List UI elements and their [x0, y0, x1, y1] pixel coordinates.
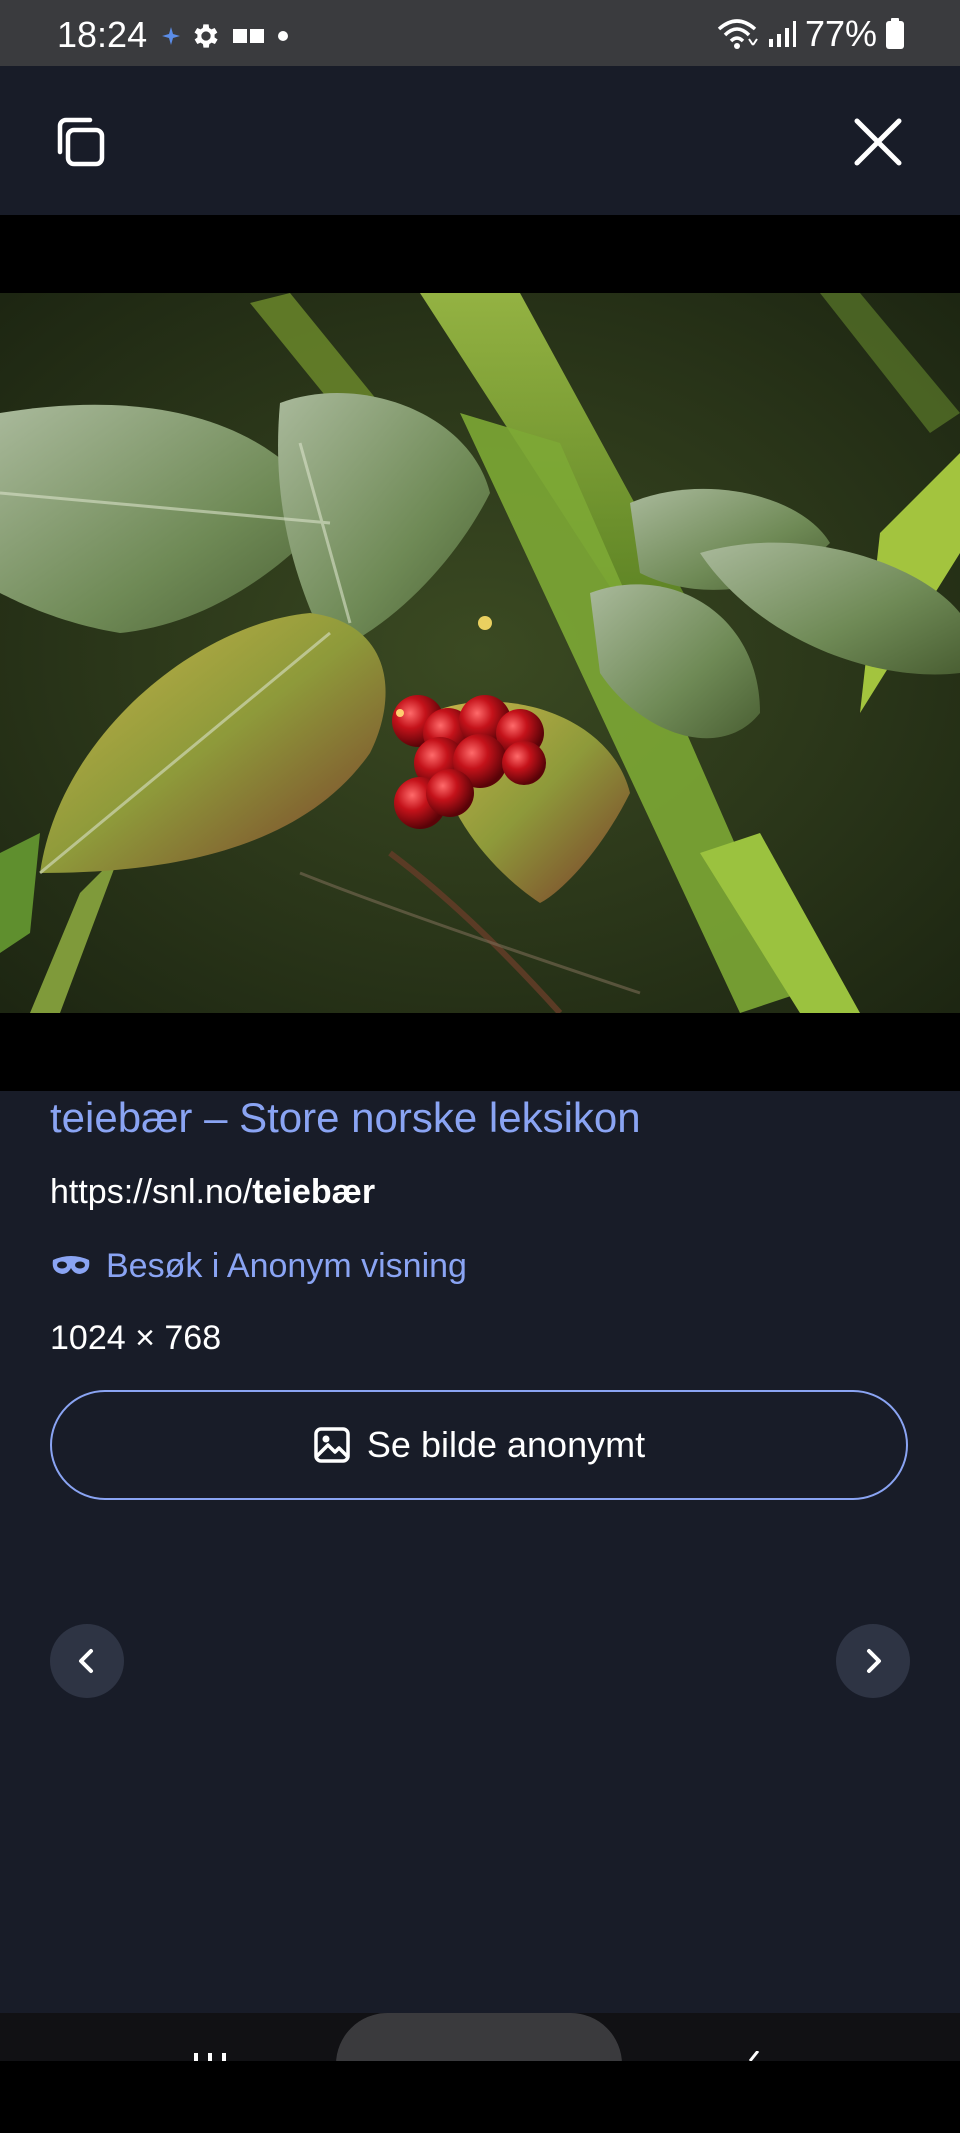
gallery-icon — [233, 29, 264, 43]
result-details: teiebær – Store norske leksikon https://… — [50, 1090, 910, 1500]
url-path: teiebær — [252, 1173, 376, 1211]
system-bar-base — [0, 2061, 960, 2133]
wifi-icon — [717, 19, 758, 49]
battery-percent: 77% — [804, 13, 877, 54]
copy-icon — [57, 117, 105, 167]
visit-anonymous-label: Besøk i Anonym visning — [106, 1247, 467, 1285]
assistant-sparkle-icon — [162, 27, 180, 45]
signal-icon — [768, 21, 796, 47]
dot-icon — [278, 31, 288, 41]
result-url: https://snl.no/teiebær — [50, 1170, 910, 1214]
status-right: 77% — [715, 13, 905, 54]
chevron-left-icon — [79, 1649, 93, 1673]
chevron-right-icon — [867, 1649, 881, 1673]
image-letterbox-top — [0, 215, 960, 293]
result-title-link[interactable]: teiebær – Store norske leksikon — [50, 1090, 910, 1146]
berry-plant-image — [0, 293, 960, 1013]
status-bar: 18:24 77% — [0, 0, 960, 66]
close-icon — [854, 118, 902, 166]
mask-icon — [52, 1256, 90, 1274]
view-image-anonymously-label: Se bilde anonymt — [366, 1424, 646, 1465]
result-image[interactable] — [0, 293, 960, 1013]
url-prefix: https://snl.no/ — [50, 1173, 253, 1211]
viewer-toolbar — [0, 66, 960, 215]
image-letterbox-bottom — [0, 1013, 960, 1091]
copy-button[interactable] — [48, 110, 112, 174]
close-button[interactable] — [846, 110, 910, 174]
system-navigation-bar — [0, 2013, 960, 2133]
status-time: 18:24 — [57, 14, 148, 55]
visit-anonymous-link[interactable]: Besøk i Anonym visning — [50, 1244, 910, 1288]
view-image-anonymously-button[interactable]: Se bilde anonymt — [50, 1390, 908, 1500]
image-dimensions: 1024 × 768 — [50, 1319, 222, 1357]
settings-icon — [194, 24, 218, 48]
previous-result-button[interactable] — [50, 1624, 124, 1698]
image-icon — [314, 1427, 350, 1463]
next-result-button[interactable] — [836, 1624, 910, 1698]
status-left-icons — [162, 18, 290, 54]
battery-icon — [886, 18, 904, 49]
